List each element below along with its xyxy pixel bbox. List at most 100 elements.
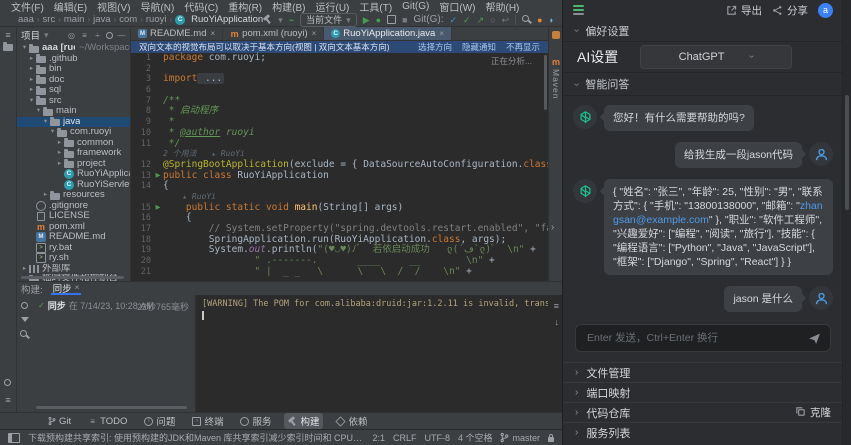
notifications-badge-icon[interactable]: ● xyxy=(537,15,542,25)
preferences-section-header[interactable]: › 偏好设置 xyxy=(563,20,843,42)
close-icon[interactable]: × xyxy=(210,29,215,38)
menu-item[interactable]: 重构(R) xyxy=(223,0,267,14)
tree-row[interactable]: CRuoYiApplication xyxy=(17,169,130,180)
toolwindow-button-services[interactable]: 服务 xyxy=(236,413,275,429)
tree-expanded-arrow[interactable]: ▾ xyxy=(20,43,29,53)
menu-item[interactable]: 视图(V) xyxy=(92,0,135,14)
tree-row[interactable]: ▸.github xyxy=(17,54,130,65)
breadcrumb-item[interactable]: java xyxy=(93,14,110,25)
commit-toolwindow-icon[interactable] xyxy=(4,379,11,386)
tree-collapsed-arrow[interactable]: ▸ xyxy=(27,75,36,85)
tree-row[interactable]: LICENSE xyxy=(17,211,130,222)
build-sync-tab[interactable]: 同步 × xyxy=(51,282,82,295)
expand-panel-chevron-icon[interactable]: › xyxy=(551,222,554,233)
close-icon[interactable]: × xyxy=(312,29,317,38)
toolwindow-button-terminal[interactable]: ›终端 xyxy=(188,413,227,429)
editor-tab[interactable]: mpom.xml (ruoyi)× xyxy=(223,27,324,40)
breadcrumb-item[interactable]: src xyxy=(43,14,56,25)
tree-row[interactable]: ▸resources xyxy=(17,190,130,201)
maven-toolwindow-tab[interactable]: m Maven xyxy=(551,57,561,100)
tree-collapsed-arrow[interactable]: ▸ xyxy=(27,54,36,64)
tree-row[interactable]: ▸doc xyxy=(17,75,130,86)
gear-icon[interactable] xyxy=(106,32,113,39)
send-icon[interactable] xyxy=(808,332,821,345)
section-service-list[interactable]: ›服务列表 xyxy=(563,422,843,442)
tree-expanded-arrow[interactable]: ▾ xyxy=(41,117,50,127)
tree-row[interactable]: ▾java xyxy=(17,117,130,128)
build-project-icon[interactable] xyxy=(263,15,272,24)
user-avatar[interactable]: a xyxy=(818,3,833,18)
caret-position[interactable]: 2:1 xyxy=(372,433,385,443)
export-button[interactable]: 导出 xyxy=(726,3,762,18)
share-button[interactable]: 分享 xyxy=(772,3,808,18)
editor-tab[interactable]: MREADME.md× xyxy=(131,27,223,40)
tree-row[interactable]: ▾main xyxy=(17,106,130,117)
tree-collapsed-arrow[interactable]: ▸ xyxy=(27,85,36,95)
project-toolwindow-icon[interactable] xyxy=(3,44,13,54)
tree-row[interactable]: MREADME.md xyxy=(17,232,130,243)
chat-bubble[interactable]: jason 是什么 xyxy=(724,286,802,312)
locate-file-icon[interactable]: ◎ xyxy=(67,31,76,40)
tree-row[interactable]: CRuoYiServletInitiali xyxy=(17,180,130,191)
menu-item[interactable]: 代码(C) xyxy=(179,0,223,14)
toolwindow-button-problems[interactable]: !问题 xyxy=(140,413,179,429)
tree-expanded-arrow[interactable]: ▾ xyxy=(27,96,36,106)
toolwindow-button-todo[interactable]: ≡TODO xyxy=(84,415,131,428)
git-update-icon[interactable]: ✓ xyxy=(450,15,458,25)
close-icon[interactable]: × xyxy=(75,283,80,292)
banner-link-dont-show[interactable]: 不再显示 xyxy=(506,41,540,53)
search-icon[interactable] xyxy=(20,330,29,339)
tree-collapsed-arrow[interactable]: ▸ xyxy=(41,190,50,200)
breadcrumb-item-class[interactable]: RuoYiApplication xyxy=(191,14,263,25)
indent-setting[interactable]: 4 个空格 xyxy=(458,431,493,444)
tree-row[interactable]: ▸sql xyxy=(17,85,130,96)
chat-input[interactable] xyxy=(585,331,802,345)
file-encoding[interactable]: UTF-8 xyxy=(424,433,450,443)
collapse-all-icon[interactable]: ÷ xyxy=(93,31,102,40)
ai-panel-scrollbar[interactable] xyxy=(842,0,851,445)
menu-item[interactable]: 导航(N) xyxy=(135,0,179,14)
tree-collapsed-arrow[interactable]: ▸ xyxy=(20,264,29,274)
run-button[interactable]: ▶ xyxy=(363,15,370,25)
project-panel-title[interactable]: 项目 xyxy=(21,28,40,42)
tree-row[interactable]: ▾src xyxy=(17,96,130,107)
notifications-icon[interactable] xyxy=(552,31,560,39)
section-code-repository[interactable]: ›代码仓库克隆 xyxy=(563,402,843,422)
section-file-management[interactable]: ›文件管理 xyxy=(563,362,843,382)
menu-item[interactable]: Git(G) xyxy=(397,1,434,12)
debug-button[interactable]: ● xyxy=(376,15,381,25)
toolwindow-button-git[interactable]: Git xyxy=(44,415,75,428)
tree-collapsed-arrow[interactable]: ▸ xyxy=(55,148,64,158)
tree-row[interactable]: >ry.sh xyxy=(17,253,130,264)
tree-row[interactable]: .gitignore xyxy=(17,201,130,212)
git-commit-icon[interactable]: ✓ xyxy=(463,15,471,25)
soft-wrap-icon[interactable]: ≡ xyxy=(554,301,559,311)
qa-section-header[interactable]: › 智能问答 xyxy=(563,72,843,96)
ai-menu-icon[interactable] xyxy=(573,5,584,15)
tree-row[interactable]: ▸common xyxy=(17,138,130,149)
undo-icon[interactable]: ↩ xyxy=(502,15,510,25)
git-branch-widget[interactable]: master xyxy=(500,432,540,443)
project-hscrollbar[interactable] xyxy=(21,276,124,279)
ide-settings-icon[interactable]: ◗ xyxy=(549,15,554,25)
layout-icon[interactable] xyxy=(8,433,20,443)
tree-expanded-arrow[interactable]: ▾ xyxy=(34,106,43,116)
tree-row[interactable]: ▸外部库 xyxy=(17,264,130,275)
chat-bubble[interactable]: 您好！有什么需要帮助的吗? xyxy=(604,105,754,131)
main-menu-icon[interactable]: ≡ xyxy=(3,30,13,40)
expand-all-icon[interactable]: ≡ xyxy=(80,31,89,40)
scroll-to-end-icon[interactable]: ↓ xyxy=(555,317,560,327)
tree-row[interactable]: ▸bin xyxy=(17,64,130,75)
chevron-down-icon[interactable]: ▾ xyxy=(44,30,49,40)
profiler-icon[interactable]: ⌁ xyxy=(289,15,294,25)
tree-row[interactable]: ▾aaa [ruoyi]~/Workspace/aaa xyxy=(17,43,130,54)
tree-row[interactable]: ▸framework xyxy=(17,148,130,159)
search-everywhere-icon[interactable] xyxy=(522,15,531,24)
banner-link-choose-direction[interactable]: 选择方向 xyxy=(418,41,452,53)
toolwindow-button-deps[interactable]: 依赖 xyxy=(332,413,371,429)
run-gutter-icon[interactable]: ▶ xyxy=(153,203,163,214)
rerun-icon[interactable] xyxy=(21,302,28,309)
tree-expanded-arrow[interactable]: ▾ xyxy=(48,127,57,137)
coverage-icon[interactable] xyxy=(387,15,396,24)
hide-panel-icon[interactable]: — xyxy=(117,31,126,40)
